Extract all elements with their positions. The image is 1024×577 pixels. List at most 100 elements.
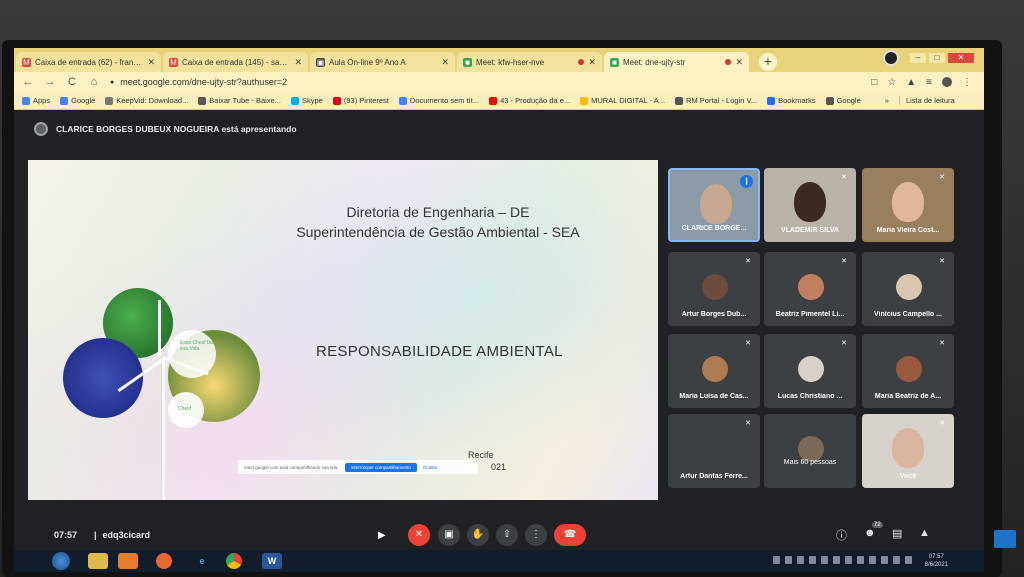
explorer-icon[interactable] xyxy=(88,553,108,569)
participant-tile[interactable]: ✕ Maria Vieira Cost... xyxy=(862,168,954,242)
presenter-avatar xyxy=(34,122,48,136)
activities-icon[interactable]: ▲ xyxy=(919,527,930,539)
bookmark-item[interactable]: Baixar Tube - Baixe... xyxy=(198,96,281,105)
more-options-icon[interactable]: ⋮ xyxy=(525,524,547,546)
slide-title-line1: Diretoria de Engenharia – DE xyxy=(346,204,530,220)
energy-star-sticker xyxy=(994,530,1016,548)
slide-circle-bubble: Essa Chesf faz sua Vida xyxy=(168,330,216,378)
share-notice-text: meet.google.com está compartilhando sua … xyxy=(244,464,339,470)
minimize-button[interactable]: – xyxy=(910,53,926,63)
maximize-button[interactable]: □ xyxy=(929,53,945,63)
bookmark-item[interactable]: MURAL DIGITAL - A... xyxy=(580,96,665,105)
bookmarks-overflow-icon[interactable]: » xyxy=(885,96,889,105)
mic-off-icon[interactable]: ✕ xyxy=(408,524,430,546)
forward-icon[interactable]: → xyxy=(44,76,56,88)
muted-mic-icon: ✕ xyxy=(841,258,847,265)
tab-label: Aula On-line 9º Ano A xyxy=(329,57,406,67)
participant-tile[interactable]: ✕ Maria Luísa de Cas... xyxy=(668,334,760,408)
cast-icon[interactable]: □ xyxy=(871,77,877,88)
bookmark-icon xyxy=(105,96,114,105)
hide-button[interactable]: Ocultar xyxy=(423,465,438,470)
bookmark-item[interactable]: RM Portal - Login V... xyxy=(675,96,757,105)
home-icon[interactable]: ⌂ xyxy=(88,76,100,88)
close-tab-icon[interactable]: ✕ xyxy=(441,57,449,68)
chrome-icon[interactable] xyxy=(226,553,242,569)
participant-name: Artur Dantas Ferre... xyxy=(680,473,748,480)
close-window-button[interactable]: ✕ xyxy=(948,53,974,63)
camera-icon[interactable]: ▣ xyxy=(438,524,460,546)
bookmark-item[interactable]: Documento sem tít... xyxy=(398,96,479,105)
presenter-banner: CLARICE BORGES DUBEUX NOGUEIRA está apre… xyxy=(34,122,297,136)
participant-name: Vinícius Campello ... xyxy=(874,311,942,318)
slide-circle-circuit xyxy=(63,338,143,418)
browser-tab[interactable]: ■ Meet: kfw-hser-nve ✕ xyxy=(457,52,602,72)
firefox-icon[interactable] xyxy=(156,553,172,569)
info-icon[interactable]: ⓘ xyxy=(836,527,847,543)
menu-icon[interactable]: ⋮ xyxy=(962,77,972,88)
participant-tile[interactable]: ✕ Artur Dantas Ferre... xyxy=(668,414,760,488)
close-tab-icon[interactable]: ✕ xyxy=(588,57,596,68)
bookmark-item[interactable]: (93) Pinterest xyxy=(332,96,389,105)
participant-tile[interactable]: ✕ Vinícius Campello ... xyxy=(862,252,954,326)
tab-favicon-icon: M xyxy=(169,57,178,67)
present-icon[interactable]: ⇧ xyxy=(496,524,518,546)
bookmark-icon xyxy=(580,96,589,105)
participant-tile[interactable]: ✕ Maria Beatriz de A... xyxy=(862,334,954,408)
bookmark-item[interactable]: 43 - Produção da e... xyxy=(489,96,570,105)
windmill-tower xyxy=(161,360,165,500)
profile-icon[interactable] xyxy=(883,50,899,66)
participant-tile[interactable]: ✕ Lucas Christiano ... xyxy=(764,334,856,408)
address-bar: ← → C ⌂ ● meet.google.com/dne-ujty-str?a… xyxy=(14,72,984,92)
star-icon[interactable]: ☆ xyxy=(887,77,896,88)
reading-list-icon[interactable]: ≡ xyxy=(926,77,932,88)
raise-hand-icon[interactable]: ✋ xyxy=(467,524,489,546)
tab-label: Caixa de entrada (145) - sameafa: xyxy=(182,57,291,67)
system-tray xyxy=(773,556,912,564)
reload-icon[interactable]: C xyxy=(66,76,78,88)
close-tab-icon[interactable]: ✕ xyxy=(294,57,302,68)
participant-tile[interactable]: Mais 60 pessoas xyxy=(764,414,856,488)
browser-tab[interactable]: ▣ Aula On-line 9º Ano A ✕ xyxy=(310,52,455,72)
close-tab-icon[interactable]: ✕ xyxy=(147,57,155,68)
start-orb-icon[interactable] xyxy=(52,552,70,570)
internet-explorer-icon[interactable]: e xyxy=(192,553,212,569)
bookmark-item[interactable]: Google xyxy=(60,96,95,105)
new-tab-button[interactable]: + xyxy=(759,53,777,71)
bookmark-icon xyxy=(332,96,341,105)
bookmark-item[interactable]: Bookmarks xyxy=(767,96,816,105)
people-icon[interactable]: ☻ xyxy=(864,527,876,539)
tab-favicon-icon: ■ xyxy=(463,57,472,67)
bookmark-item[interactable]: Skype xyxy=(291,96,323,105)
url-field[interactable]: ● meet.google.com/dne-ujty-str?authuser=… xyxy=(110,74,861,90)
participant-tile[interactable]: ✕ Beatriz Pimentel Li... xyxy=(764,252,856,326)
bookmark-icon xyxy=(767,96,776,105)
url-text: meet.google.com/dne-ujty-str?authuser=2 xyxy=(120,77,288,87)
bookmark-item[interactable]: KeepVid: Download... xyxy=(105,96,188,105)
browser-tab[interactable]: M Caixa de entrada (62) - francesa: ✕ xyxy=(16,52,161,72)
participant-tile[interactable]: ✕ VLADEMIR SILVA xyxy=(764,168,856,242)
bookmark-item[interactable]: Google xyxy=(825,96,861,105)
tab-label: Meet: kfw-hser-nve xyxy=(476,57,545,67)
muted-mic-icon: ✕ xyxy=(745,258,751,265)
close-tab-icon[interactable]: ✕ xyxy=(735,57,743,68)
participant-tile[interactable]: ✕ Você xyxy=(862,414,954,488)
browser-tab[interactable]: M Caixa de entrada (145) - sameafa:✕ xyxy=(163,52,308,72)
bookmark-icon xyxy=(60,96,69,105)
chat-icon[interactable]: ▤ xyxy=(892,527,902,540)
participant-avatar xyxy=(702,274,728,300)
browser-tab[interactable]: ■ Meet: dne-ujty-str ✕ xyxy=(604,52,749,72)
reading-list-button[interactable]: Lista de leitura xyxy=(898,96,955,105)
hangup-button[interactable]: ☎ xyxy=(554,524,586,546)
participant-tile[interactable]: ❙ CLARICE BORGE... xyxy=(668,168,760,242)
back-icon[interactable]: ← xyxy=(22,76,34,88)
bookmark-item[interactable]: Apps xyxy=(22,96,50,105)
tab-favicon-icon: M xyxy=(22,57,31,67)
extensions-icon[interactable]: ▲ xyxy=(906,77,916,88)
participant-name: Você xyxy=(899,473,917,480)
word-icon[interactable]: W xyxy=(262,553,282,569)
participant-tile[interactable]: ✕ Artur Borges Dub... xyxy=(668,252,760,326)
media-player-icon[interactable] xyxy=(118,553,138,569)
stop-sharing-button[interactable]: Interromper compartilhamento xyxy=(344,462,417,472)
meeting-code: | edq3cicard xyxy=(94,530,151,540)
profile-avatar[interactable] xyxy=(942,76,952,87)
